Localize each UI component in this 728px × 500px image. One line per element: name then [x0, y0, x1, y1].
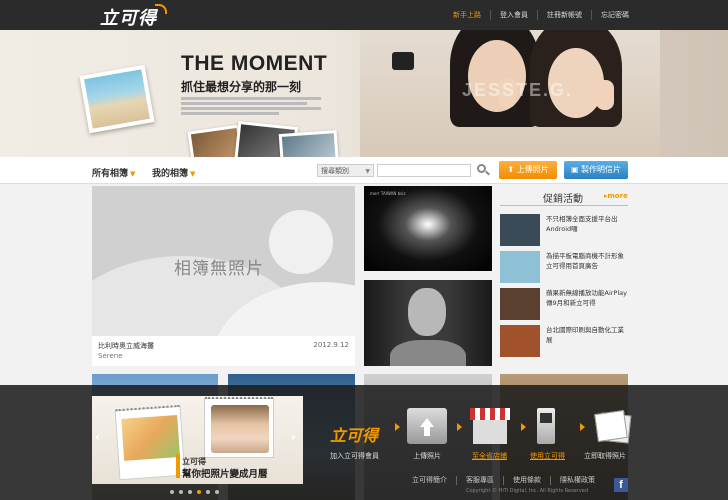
facebook-icon[interactable]: f — [614, 478, 628, 492]
step-store-link[interactable]: 至全省店鋪 — [472, 451, 507, 461]
hand-peace-2 — [596, 80, 614, 110]
footer-about-link[interactable]: 立可得簡介 — [403, 476, 456, 485]
search-icon[interactable] — [476, 162, 490, 178]
promo-thumbnail — [500, 288, 540, 320]
promo-more-link[interactable]: ▸more — [604, 192, 628, 200]
nav-getting-started[interactable]: 新手上路 — [444, 10, 490, 20]
arrow-right-icon — [521, 423, 526, 431]
step-get-label[interactable]: 立即取得照片 — [584, 451, 626, 461]
calendar-image-2 — [204, 397, 274, 458]
promo-item[interactable]: 台北國際印刷與自動化工業展 — [500, 325, 628, 359]
album-toolbar: 所有相簿 ▼ 我的相簿 ▼ 搜尋類別 ▼ ⬆ 上傳照片 ▣ 製作明信片 — [0, 157, 728, 184]
slider-dot[interactable] — [215, 490, 219, 494]
promo-thumbnail — [500, 325, 540, 357]
arrow-right-icon — [580, 423, 585, 431]
chevron-down-icon: ▼ — [130, 170, 136, 178]
footer-terms-link[interactable]: 使用條款 — [503, 476, 550, 485]
chevron-right-icon[interactable]: › — [291, 430, 296, 444]
site-logo[interactable]: 立可得 — [100, 4, 157, 30]
tab-my-albums[interactable]: 我的相簿 ▼ — [152, 166, 195, 179]
photo-stack — [150, 120, 350, 157]
photos-icon — [592, 408, 632, 444]
top-bar: 立可得 新手上路 登入會員 註冊新帳號 忘記密碼 — [0, 0, 728, 30]
promo-title: 促銷活動 — [543, 194, 583, 205]
kiosk-icon — [527, 408, 567, 444]
nav-forgot-password[interactable]: 忘記密碼 — [591, 10, 638, 20]
promo-item[interactable]: 為描平板電腦商機不計形象立可得用首頁廣告 — [500, 251, 628, 285]
step-upload-label[interactable]: 上傳照片 — [413, 451, 441, 461]
promo-item[interactable]: 不只相簿全面支援平台出Android囉 — [500, 214, 628, 248]
hero-watermark: JESSTE.G. — [462, 80, 574, 100]
accent-bar — [176, 454, 180, 478]
step-join-label[interactable]: 加入立可得會員 — [330, 451, 379, 461]
empty-album-text: 相簿無照片 — [174, 259, 264, 279]
make-postcard-button[interactable]: ▣ 製作明信片 — [564, 161, 628, 179]
nav-login[interactable]: 登入會員 — [490, 10, 537, 20]
hero-subtitle: 抓住最想分享的那一刻 — [181, 80, 302, 94]
slider-dot[interactable] — [170, 490, 174, 494]
hero-title: THE MOMENT — [181, 52, 328, 75]
store-icon — [470, 408, 510, 444]
camera-icon — [392, 52, 414, 70]
hero-banner[interactable]: THE MOMENT 抓住最想分享的那一刻 JESSTE.G. — [0, 30, 728, 157]
nav-register[interactable]: 註冊新帳號 — [537, 10, 591, 20]
album-date: 2012.9.12 — [313, 341, 349, 349]
postcard-icon: ▣ — [570, 165, 582, 174]
slider-dot[interactable] — [188, 490, 192, 494]
hero-description — [181, 97, 321, 115]
tab-all-albums[interactable]: 所有相簿 ▼ — [92, 166, 135, 179]
chevron-left-icon[interactable]: ‹ — [95, 430, 100, 444]
upload-photo-button[interactable]: ⬆ 上傳照片 — [499, 161, 557, 179]
upload-folder-icon — [407, 408, 447, 444]
promo-thumbnail — [500, 214, 540, 246]
slider-dot[interactable] — [179, 490, 183, 494]
promo-item[interactable]: 蘋果新無線播放功能AirPlay傳9月和新立可得 — [500, 288, 628, 322]
steps-logo: 立可得 — [330, 426, 379, 445]
footer-links: 立可得簡介 客服專區 使用條款 隱私權政策 — [403, 476, 604, 485]
promo-thumbnail — [500, 251, 540, 283]
dropdown-arrow-icon: ▼ — [365, 168, 370, 175]
footer-support-link[interactable]: 客服專區 — [456, 476, 503, 485]
top-nav: 新手上路 登入會員 註冊新帳號 忘記密碼 — [444, 0, 638, 30]
hero-face-1 — [468, 40, 526, 112]
album-title: 比利時奧立威海攤 — [98, 342, 154, 350]
copyright: Copyright © HiTi Digital, Inc. All Right… — [466, 488, 589, 494]
footer-privacy-link[interactable]: 隱私權政策 — [550, 476, 604, 485]
logo-mark-icon — [155, 4, 167, 14]
arrow-right-icon — [457, 423, 462, 431]
calendar-image-1 — [114, 404, 186, 481]
slider-dot[interactable] — [206, 490, 210, 494]
slide-slogan: 幫你把照片變成月曆 — [182, 469, 268, 480]
arrow-right-icon — [395, 423, 400, 431]
category-select[interactable]: 搜尋類別 ▼ — [317, 164, 374, 177]
calendar-slide[interactable]: 立可得 幫你把照片變成月曆 — [92, 396, 303, 484]
slider-dot-active[interactable] — [197, 490, 201, 494]
thumb-tunnel[interactable]: morr TAIWAN bsiz — [364, 186, 492, 271]
step-use-link[interactable]: 使用立可得 — [530, 451, 565, 461]
search-input[interactable] — [377, 164, 471, 177]
slider-dots — [170, 490, 219, 494]
divider — [500, 205, 628, 206]
upload-arrow-icon: ⬆ — [507, 165, 517, 174]
chevron-down-icon: ▼ — [190, 170, 196, 178]
album-caption[interactable]: 比利時奧立威海攤 2012.9.12 Serene — [92, 336, 355, 366]
thumb-portrait[interactable] — [364, 280, 492, 366]
beach-photo — [79, 64, 155, 134]
album-user: Serene — [98, 352, 123, 360]
